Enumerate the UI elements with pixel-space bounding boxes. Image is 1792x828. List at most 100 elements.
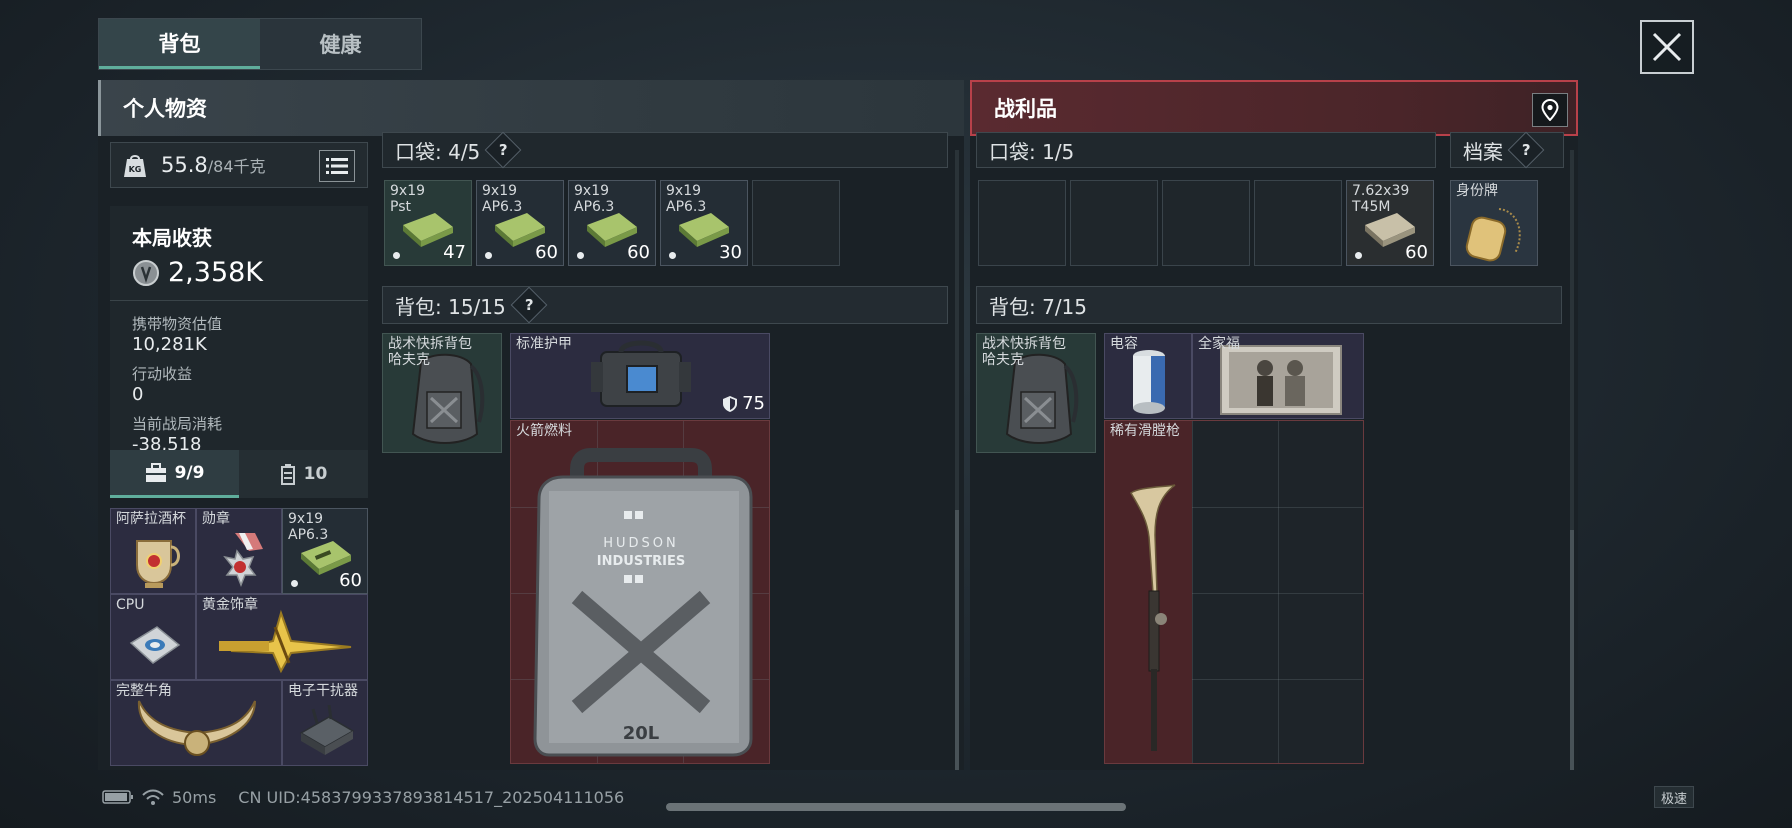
grid-line [1192,679,1363,680]
ammo-grade-dot [291,580,298,587]
session-haul-header: 本局收获 [132,226,212,250]
top-tabs: 背包 健康 [98,18,422,70]
carried-value-label: 携带物资估值 [132,315,223,333]
shield-icon [723,395,738,412]
status-bar: 50ms CN UID:4583799337893814517_20250411… [102,782,624,812]
personal-title: 个人物资 [123,97,207,121]
canister-icon [280,464,295,485]
wifi-icon [142,789,164,805]
loot-archive-header: 档案 ? [1450,131,1564,169]
safebox-item-jammer[interactable]: 电子干扰器 [282,680,368,766]
session-haul-value-row: 2,358K [132,257,346,288]
close-icon [1652,32,1682,62]
loot-pocket-slot-empty[interactable] [1254,180,1342,266]
loot-item-tactical-pack[interactable]: 战术快拆背包 哈夫克 [976,333,1096,453]
loot-scrollbar[interactable] [1570,530,1574,770]
capacitor-icon [1133,350,1165,414]
session-cost-label: 当前战局消耗 [132,415,223,433]
svg-text:HUDSON: HUDSON [603,536,679,551]
ammo-grade-dot [485,252,492,259]
subtab-canister-label: 10 [303,464,328,484]
pocket-item-ap63-2[interactable]: 9x19 AP6.3 60 [568,180,656,266]
ammo-grade-dot [577,252,584,259]
archive-help-button[interactable]: ? [1507,131,1545,169]
ammo-grade-dot [393,252,400,259]
divider [110,300,368,301]
help-icon: ? [498,140,508,159]
safebox-item-asara-cup[interactable]: 阿萨拉酒杯 [110,508,196,594]
home-indicator[interactable] [666,803,1126,811]
pocket-header: 口袋: 4/5 ? [382,131,948,169]
fuel-jerrycan-icon: HUDSON INDUSTRIES 20L [533,448,753,757]
weight-max: /84千克 [207,157,266,176]
loot-item-capacitor[interactable]: 电容 [1104,333,1192,419]
loot-pocket-header: 口袋: 1/5 [976,132,1436,168]
safebox-item-ammo-ap63[interactable]: 9x19 AP6.3 60 [282,508,368,594]
session-haul-value: 2,358K [168,257,264,288]
backpack-item-tactical-pack[interactable]: 战术快拆背包 哈夫克 [382,333,502,453]
ammo-grade-dot [1355,252,1362,259]
personal-scrollbar[interactable] [955,510,959,770]
electronic-jammer-icon [299,705,355,755]
close-button[interactable] [1640,20,1694,74]
subtab-canister[interactable]: 10 [239,450,368,498]
loot-item-family-photo[interactable]: 全家福 [1192,333,1364,419]
gold-badge-icon [219,609,352,674]
loot-title: 战利品 [994,97,1057,121]
backpack-item-rocket-fuel[interactable]: 火箭燃料 HUDSON INDUSTRIES 20L [510,420,770,764]
loot-panel-header: 战利品 [970,80,1578,136]
session-stats: 本局收获 2,358K 携带物资估值 10,281K 行动收益 0 当前战局消耗… [110,206,368,455]
location-button[interactable] [1532,93,1568,127]
svg-text:KG: KG [129,165,142,174]
container-subtabs: 9/9 10 [110,450,368,498]
grid-line [1192,507,1363,508]
body-armor-icon [591,340,691,407]
pocket-item-ap63-3[interactable]: 9x19 AP6.3 30 [660,180,748,266]
weight-icon: KG [124,155,146,177]
safebox-item-gold-badge[interactable]: 黄金饰章 [196,594,368,680]
loot-backpack-header: 背包: 7/15 [976,286,1562,324]
weight-indicator: KG 55.8 /84千克 [110,142,368,188]
briefcase-icon [145,462,166,482]
coin-icon [133,259,159,286]
tab-backpack[interactable]: 背包 [99,19,260,69]
dog-tag-icon [1465,208,1521,262]
speed-badge[interactable]: 极速 [1654,786,1694,808]
safebox-item-intact-horn[interactable]: 完整牛角 [110,680,282,766]
battery-icon [102,790,133,804]
backpack-help-button[interactable]: ? [510,286,548,324]
pocket-slot-empty[interactable] [752,180,840,266]
pocket-item-pst[interactable]: 9x19 Pst 47 [384,180,472,266]
backpack-item-standard-armor[interactable]: 标准护甲 75 [510,333,770,419]
safebox-item-medal[interactable]: 勋章 [196,508,282,594]
loot-pocket-item-762[interactable]: 7.62x39 T45M 60 [1346,180,1434,266]
list-icon [326,158,348,174]
ammo-grade-dot [669,252,676,259]
tab-health[interactable]: 健康 [260,19,421,69]
sort-list-button[interactable] [319,150,355,182]
loot-pocket-slot-empty[interactable] [1070,180,1158,266]
carried-value: 10,281K [132,334,207,355]
loot-pocket-slot-empty[interactable] [1162,180,1250,266]
svg-text:INDUSTRIES: INDUSTRIES [597,554,685,569]
subtab-safebox[interactable]: 9/9 [110,450,239,498]
personal-panel-header: 个人物资 [98,80,964,136]
help-icon: ? [1521,140,1531,159]
medal-icon [223,533,263,588]
subtab-safebox-label: 9/9 [174,462,205,483]
weight-current: 55.8 [161,153,208,177]
loot-pocket-slot-empty[interactable] [978,180,1066,266]
grid-line [1192,593,1363,594]
help-icon: ? [524,295,534,314]
family-photo-icon [1220,345,1342,415]
pocket-help-button[interactable]: ? [484,131,522,169]
pocket-item-ap63-1[interactable]: 9x19 AP6.3 60 [476,180,564,266]
map-pin-icon [1541,99,1559,121]
archive-item-dogtag[interactable]: 身份牌 [1450,180,1538,266]
loot-item-musket[interactable]: 稀有滑膛枪 [1105,421,1192,763]
safebox-item-cpu[interactable]: CPU [110,594,196,680]
backpack-header: 背包: 15/15 ? [382,286,948,324]
cpu-icon [129,626,181,664]
musket-icon [1130,484,1176,751]
action-income-value: 0 [132,384,144,405]
